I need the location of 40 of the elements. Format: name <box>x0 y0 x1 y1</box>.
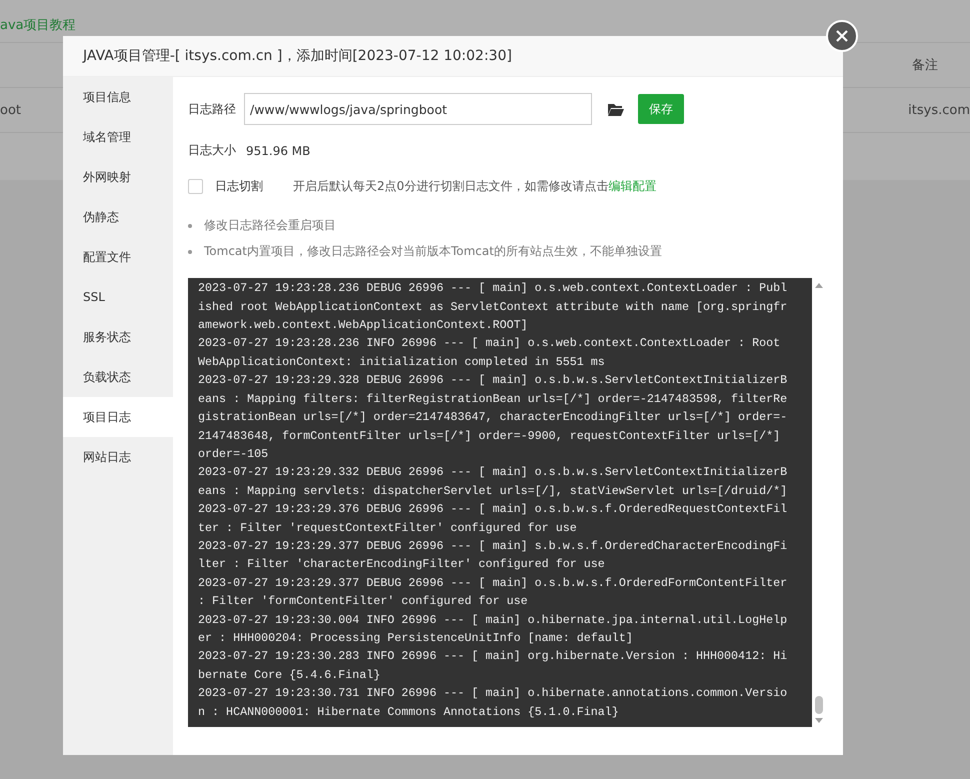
sidebar-item[interactable]: 项目信息 <box>63 77 173 117</box>
sidebar-item[interactable]: 配置文件 <box>63 237 173 277</box>
log-line: 2023-07-27 19:23:29.328 DEBUG 26996 --- [ main] o.s.b.w.s.ServletContextInitializerBeans : Mapping filters: filterRegistrationBean urls=[/*] order=-2147483598, filterRegistrationBean urls=[/*] order=2147483647, characterEncodingFilter urls=[/*] order=-2147483648, formContentFilter urls=[/*] order=-9900, requestContextFilter urls=[/*] order=-105 <box>198 372 788 463</box>
folder-icon[interactable] <box>608 102 624 116</box>
note-text: Tomcat内置项目，修改日志路径会对当前版本Tomcat的所有站点生效，不能单独设置 <box>204 243 662 260</box>
log-size-value: 951.96 MB <box>246 144 310 158</box>
table-cell: itsys.com <box>908 102 970 118</box>
sidebar-item[interactable]: 服务状态 <box>63 317 173 357</box>
column-header: 备注 <box>912 57 938 74</box>
close-icon <box>836 30 848 42</box>
sidebar-item[interactable]: 项目日志 <box>63 397 173 437</box>
bullet-icon <box>188 250 192 254</box>
sidebar-item[interactable]: SSL <box>63 277 173 317</box>
bullet-icon <box>188 224 192 228</box>
log-line: 2023-07-27 19:23:29.377 DEBUG 26996 --- [ main] s.b.w.s.f.OrderedCharacterEncodingFilter : Filter 'characterEncodingFilter' configured for use <box>198 538 788 574</box>
field-label: 日志路径 <box>188 100 236 118</box>
scrollbar-thumb[interactable] <box>815 696 823 714</box>
log-line: 2023-07-27 19:23:29.377 DEBUG 26996 --- [ main] o.s.b.w.s.f.OrderedFormContentFilter : Filter 'formContentFilter' configured for use <box>198 574 788 610</box>
checkbox-label: 日志切割 <box>215 178 263 195</box>
checkbox[interactable] <box>188 179 203 194</box>
dialog-title: JAVA项目管理-[ itsys.com.cn ]，添加时间[2023-07-12 10:02:30] <box>63 36 843 77</box>
sidebar-item[interactable]: 网站日志 <box>63 437 173 477</box>
sidebar-item[interactable]: 负载状态 <box>63 357 173 397</box>
log-line: 2023-07-27 19:23:29.376 DEBUG 26996 --- [ main] o.s.b.w.s.f.OrderedRequestContextFilter : Filter 'requestContextFilter' configured for use <box>198 501 788 537</box>
log-path-field[interactable]: /www/wwwlogs/java/springboot <box>244 93 592 125</box>
log-line: 2023-07-27 19:23:30.731 INFO 26996 --- [ main] o.hibernate.annotations.common.Version : HCANN000001: Hibernate Commons Annotations {5.1.0.Final} <box>198 685 788 721</box>
log-line: 2023-07-27 19:23:30.283 INFO 26996 --- [ main] org.hibernate.Version : HHH000412: Hibernate Core {5.4.6.Final} <box>198 648 788 684</box>
scroll-up-icon[interactable] <box>815 283 823 288</box>
log-line: 2023-07-27 19:23:30.004 INFO 26996 --- [ main] o.hibernate.jpa.internal.util.LogHelper : HHH000204: Processing PersistenceUnitInfo [name: default] <box>198 612 788 647</box>
sidebar-item[interactable]: 外网映射 <box>63 157 173 197</box>
sidebar-item[interactable]: 域名管理 <box>63 117 173 157</box>
log-line: 2023-07-27 19:23:28.236 DEBUG 26996 --- [ main] o.s.web.context.ContextLoader : Published root WebApplicationContext as ServletContext attribute with name [org.springframework.web.context.WebApplicationContext.ROOT] <box>198 280 788 334</box>
sidebar-item[interactable]: 伪静态 <box>63 197 173 237</box>
table-cell: oot <box>0 102 22 118</box>
rotate-hint: 开启后默认每天2点0分进行切割日志文件，如需修改请点击编辑配置 <box>293 178 656 195</box>
field-label: 日志大小 <box>188 142 236 159</box>
note-text: 修改日志路径会重启项目 <box>204 217 336 234</box>
log-line: 2023-07-27 19:23:28.236 INFO 26996 --- [ main] o.s.web.context.ContextLoader : Root WebApplicationContext: initialization completed in 5551 ms <box>198 335 782 371</box>
scroll-down-icon[interactable] <box>815 718 823 723</box>
log-line: 2023-07-27 19:23:29.332 DEBUG 26996 --- [ main] o.s.b.w.s.ServletContextInitializerBeans : Mapping servlets: dispatcherServlet urls=[/], statViewServlet urls=[/druid/*] <box>198 464 788 500</box>
